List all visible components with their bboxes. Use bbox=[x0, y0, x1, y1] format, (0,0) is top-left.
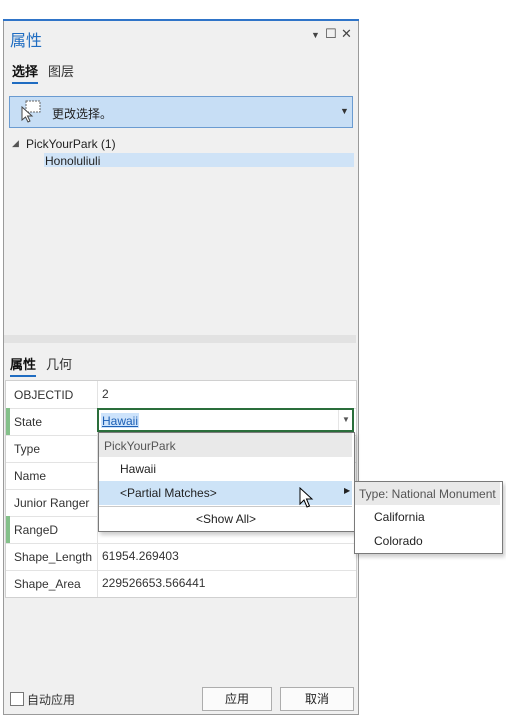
table-row: OBJECTID 2 bbox=[6, 381, 356, 409]
auto-apply-checkbox[interactable] bbox=[10, 692, 24, 706]
table-row: Shape_Length 61954.269403 bbox=[6, 543, 356, 571]
tab-select[interactable]: 选择 bbox=[12, 61, 39, 84]
tab-geometry[interactable]: 几何 bbox=[46, 354, 72, 373]
field-label: RangeD bbox=[14, 523, 59, 537]
dropdown-option-partial-label[interactable]: <Partial Matches> bbox=[120, 486, 217, 500]
field-value[interactable]: 229526653.566441 bbox=[102, 576, 205, 590]
dropdown-group-label: PickYourPark bbox=[104, 439, 176, 453]
pane-close-icon[interactable]: ✕ bbox=[341, 26, 352, 42]
pane-title: 属性 bbox=[10, 33, 43, 50]
field-value[interactable]: 61954.269403 bbox=[102, 549, 179, 563]
cancel-button[interactable]: 取消 bbox=[280, 687, 354, 711]
submenu-group-label: Type: National Monument bbox=[359, 487, 496, 501]
pane-options-icon[interactable]: ▼ bbox=[311, 30, 320, 40]
state-input-value[interactable]: Hawaii bbox=[102, 414, 138, 428]
field-label: OBJECTID bbox=[14, 388, 74, 402]
tree-feature-item[interactable]: Honoluliuli bbox=[45, 154, 100, 168]
change-selection-label: 更改选择。 bbox=[52, 107, 113, 121]
mouse-cursor-icon bbox=[299, 486, 315, 509]
apply-button[interactable]: 应用 bbox=[202, 687, 272, 711]
submenu-option-california[interactable]: California bbox=[374, 510, 425, 524]
tree-expand-icon[interactable]: ◢ bbox=[12, 138, 19, 149]
dropdown-option-hawaii[interactable]: Hawaii bbox=[120, 462, 156, 476]
table-row: Shape_Area 229526653.566441 bbox=[6, 570, 356, 597]
field-label: Junior Ranger bbox=[14, 496, 90, 510]
chevron-down-icon[interactable]: ▼ bbox=[340, 106, 349, 116]
tab-attributes[interactable]: 属性 bbox=[10, 354, 37, 377]
pane-maximize-icon[interactable]: ☐ bbox=[325, 26, 337, 42]
field-label: Name bbox=[14, 469, 47, 483]
selection-tool-icon bbox=[17, 99, 43, 123]
field-label: Shape_Length bbox=[14, 550, 93, 564]
pane-splitter[interactable] bbox=[4, 335, 356, 343]
required-field-marker bbox=[6, 516, 10, 543]
tree-layer-item[interactable]: PickYourPark (1) bbox=[26, 137, 116, 151]
auto-apply-label: 自动应用 bbox=[27, 693, 76, 707]
required-field-marker bbox=[6, 408, 10, 435]
chevron-down-icon[interactable]: ▼ bbox=[338, 410, 353, 430]
field-label: State bbox=[14, 415, 43, 429]
submenu-option-colorado[interactable]: Colorado bbox=[374, 534, 423, 548]
dropdown-show-all[interactable]: <Show All> bbox=[196, 512, 256, 526]
field-value[interactable]: 2 bbox=[102, 387, 109, 401]
field-label: Shape_Area bbox=[14, 577, 81, 591]
chevron-right-icon: ▶ bbox=[344, 486, 351, 495]
field-label: Type bbox=[14, 442, 41, 456]
tab-layers[interactable]: 图层 bbox=[48, 61, 74, 80]
